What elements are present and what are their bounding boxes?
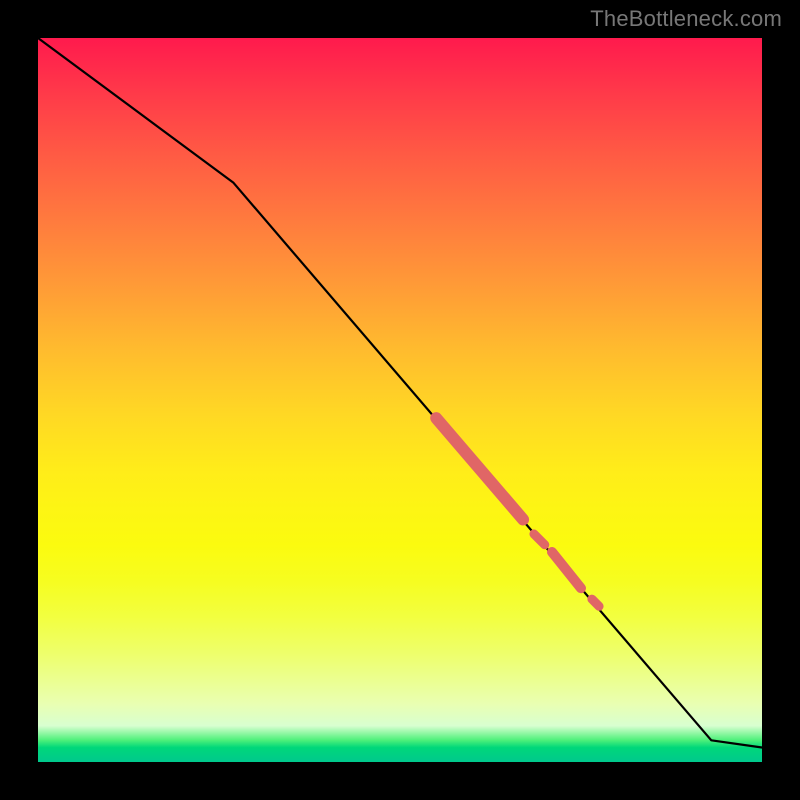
highlight-segment-1 xyxy=(534,534,545,545)
chart-stage: TheBottleneck.com xyxy=(0,0,800,800)
highlight-segment-0 xyxy=(436,418,523,519)
highlight-segment-3 xyxy=(592,599,599,606)
highlight-group xyxy=(436,418,599,606)
chart-svg xyxy=(38,38,762,762)
main-curve-line xyxy=(38,38,762,748)
watermark-text: TheBottleneck.com xyxy=(590,6,782,32)
highlight-segment-2 xyxy=(552,552,581,588)
plot-area xyxy=(38,38,762,762)
